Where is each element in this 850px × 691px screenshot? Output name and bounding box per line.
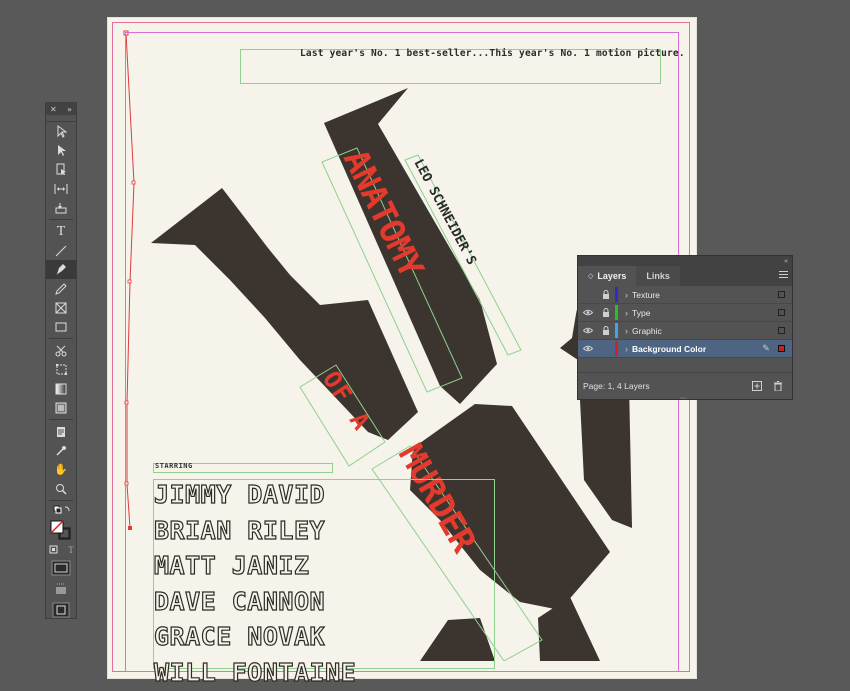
layer-row-graphic[interactable]: › Graphic [578, 322, 792, 340]
lock-icon [602, 290, 609, 299]
tool-separator [49, 500, 73, 501]
layer-name: Type [632, 307, 651, 318]
cast-name: MATT JANIZ [153, 551, 310, 581]
lock-icon [602, 326, 609, 335]
expand-icon[interactable]: » [67, 105, 72, 114]
tagline-text: Last year's No. 1 best-seller...This yea… [300, 48, 685, 59]
hand-tool-icon[interactable]: ✋ [46, 460, 76, 479]
tab-chevron-icon: ◇ [588, 273, 594, 280]
layer-target-icon[interactable] [778, 309, 785, 316]
screen-mode-icon[interactable] [46, 599, 76, 621]
layer-target-icon[interactable] [778, 345, 785, 352]
expand-layer-icon[interactable]: › [621, 308, 632, 318]
cast-name: JIMMY DAVID [153, 479, 326, 509]
visibility-toggle[interactable] [578, 340, 597, 357]
zoom-tool-icon[interactable] [46, 479, 76, 498]
fill-stroke-icon[interactable] [46, 517, 76, 543]
view-mode-icon[interactable] [46, 579, 76, 599]
free-transform-tool-icon[interactable] [46, 360, 76, 379]
layer-target-icon[interactable] [778, 327, 785, 334]
trash-icon [774, 381, 782, 391]
layer-row-type[interactable]: › Type [578, 304, 792, 322]
gap-tool-icon[interactable] [46, 179, 76, 198]
delete-layer-button[interactable] [771, 379, 785, 393]
pen-tool-icon[interactable] [46, 260, 76, 279]
panel-menu-icon[interactable] [779, 271, 788, 280]
panel-grip[interactable] [46, 115, 76, 122]
cast-name: BRIAN RILEY [153, 515, 326, 545]
eye-icon [582, 345, 593, 352]
tools-panel-header: ✕ » [46, 103, 76, 115]
pen-icon: ✎ [762, 343, 770, 353]
lock-toggle[interactable] [597, 322, 614, 339]
direct-selection-tool-icon[interactable] [46, 141, 76, 160]
starring-label: STARRING [155, 462, 193, 470]
lock-toggle[interactable] [597, 340, 614, 357]
lock-toggle[interactable] [597, 286, 614, 303]
layers-panel: « ◇ Layers Links › Texture › Type › Grap… [577, 255, 793, 402]
layers-panel-footer: Page: 1, 4 Layers [578, 372, 792, 399]
eyedropper-tool-icon[interactable] [46, 441, 76, 460]
collapse-panel-icon[interactable]: « [784, 258, 788, 265]
lock-toggle[interactable] [597, 304, 614, 321]
expand-layer-icon[interactable]: › [621, 290, 632, 300]
eye-icon [582, 327, 593, 334]
new-layer-button[interactable] [750, 379, 764, 393]
swap-fill-stroke-icon[interactable] [46, 503, 76, 517]
tab-label: Layers [597, 271, 627, 281]
line-tool-icon[interactable] [46, 241, 76, 260]
expand-layer-icon[interactable]: › [621, 344, 632, 354]
layer-name: Graphic [632, 325, 662, 336]
layer-target-icon[interactable] [778, 291, 785, 298]
content-collector-tool-icon[interactable] [46, 198, 76, 217]
gradient-feather-tool-icon[interactable] [46, 398, 76, 417]
tab-layers[interactable]: ◇ Layers [578, 266, 637, 286]
selection-tool-icon[interactable] [46, 122, 76, 141]
cast-name: DAVE CANNON [153, 586, 326, 616]
formatting-mode-icon[interactable]: T [46, 543, 76, 557]
eye-icon [582, 309, 593, 316]
type-tool-icon[interactable]: T [46, 222, 76, 241]
scissors-tool-icon[interactable] [46, 341, 76, 360]
layers-panel-tabs: ◇ Layers Links [578, 266, 792, 286]
tools-panel: ✕ » T ✋ T [45, 102, 77, 619]
tool-separator [49, 419, 73, 420]
cast-name: GRACE NOVAK [153, 622, 326, 652]
text-mode-glyph: T [68, 545, 74, 555]
layer-color-chip [615, 287, 618, 302]
close-icon[interactable]: ✕ [50, 105, 57, 114]
expand-layer-icon[interactable]: › [621, 326, 632, 336]
pencil-tool-icon[interactable] [46, 279, 76, 298]
apply-color-icon[interactable] [46, 557, 76, 579]
page-layer-count: Page: 1, 4 Layers [583, 381, 650, 391]
note-tool-icon[interactable] [46, 422, 76, 441]
cast-list: JIMMY DAVID BRIAN RILEY MATT JANIZ DAVE … [153, 477, 357, 691]
layer-row-background-color[interactable]: › Background Color ✎ [578, 340, 792, 358]
layer-name: Texture [632, 289, 660, 300]
layer-color-chip [615, 323, 618, 338]
visibility-toggle[interactable] [578, 322, 597, 339]
lock-icon [602, 308, 609, 317]
page-tool-icon[interactable] [46, 160, 76, 179]
layer-color-chip [615, 341, 618, 356]
gradient-swatch-tool-icon[interactable] [46, 379, 76, 398]
tab-label: Links [646, 271, 670, 281]
visibility-toggle[interactable] [578, 304, 597, 321]
layers-panel-header: « [578, 256, 792, 266]
tool-separator [49, 219, 73, 220]
cast-name: WILL FONTAINE [153, 657, 357, 687]
layer-color-chip [615, 305, 618, 320]
layer-row-texture[interactable]: › Texture [578, 286, 792, 304]
new-layer-icon [752, 381, 762, 391]
rectangle-tool-icon[interactable] [46, 317, 76, 336]
tab-links[interactable]: Links [636, 266, 680, 286]
tool-separator [49, 338, 73, 339]
layer-name: Background Color [632, 343, 707, 354]
rectangle-frame-tool-icon[interactable] [46, 298, 76, 317]
panel-resize-grip[interactable]: ▪▪▪ [680, 396, 686, 402]
visibility-toggle[interactable] [578, 286, 597, 303]
